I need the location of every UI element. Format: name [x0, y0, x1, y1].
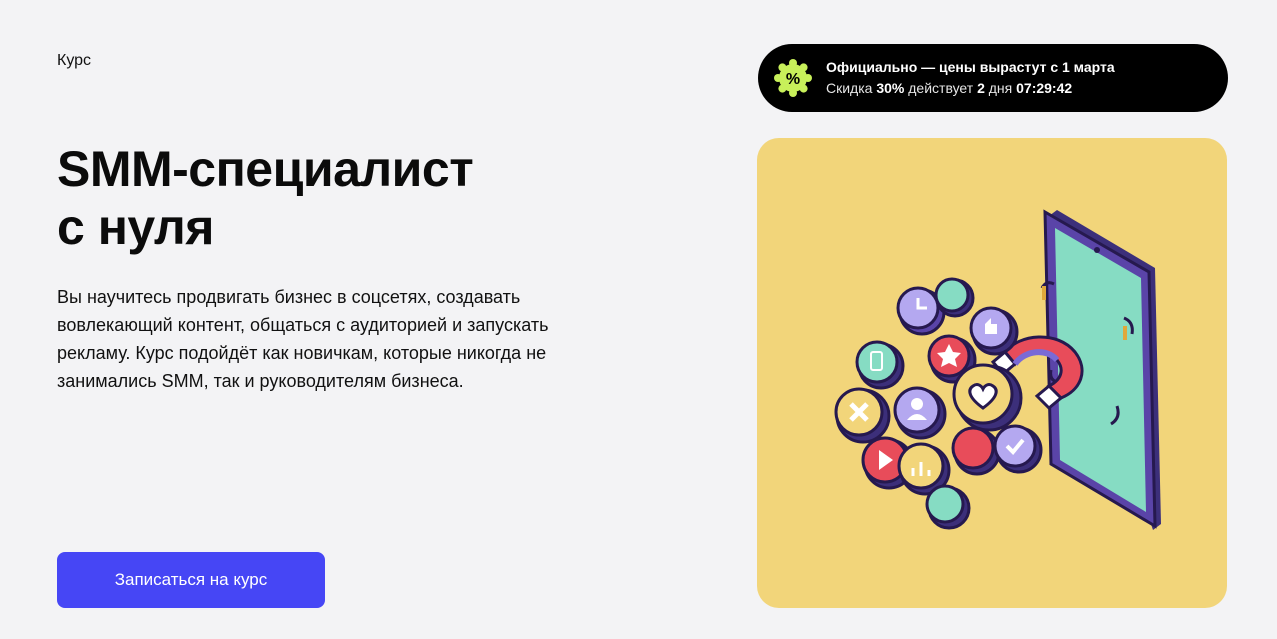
promo-text: Официально — цены вырастут с 1 марта Ски…: [826, 57, 1115, 99]
discount-value: 30%: [876, 80, 905, 96]
sad-face-bubble-icon: [951, 426, 1001, 476]
promo-banner[interactable]: % Официально — цены вырастут с 1 марта С…: [758, 44, 1228, 112]
phone-bubble-icon: [855, 340, 905, 390]
neutral-face-bubble-icon: [925, 484, 971, 530]
title-line-1: SMM-специалист: [57, 141, 474, 197]
svg-text:%: %: [786, 71, 800, 88]
close-bubble-icon: [834, 387, 891, 444]
course-description: Вы научитесь продвигать бизнес в соцсетя…: [57, 287, 549, 391]
days-label: дня: [988, 80, 1013, 96]
discount-mid: действует: [908, 80, 974, 96]
check-bubble-icon: [993, 424, 1043, 474]
magnet-phone-illustration: [834, 209, 1161, 530]
heart-bubble-icon: [952, 363, 1023, 432]
days-value: 2: [977, 80, 985, 96]
promo-discount-line: Скидка 30% действует 2 дня 07:29:42: [826, 77, 1115, 99]
like-bubble-icon: [969, 306, 1019, 356]
percent-icon: %: [774, 59, 812, 97]
share-bubble-icon: [934, 277, 975, 318]
discount-prefix: Скидка: [826, 80, 873, 96]
promo-headline: Официально — цены вырастут с 1 марта: [826, 59, 1115, 75]
page-title: SMM-специалист с нуля: [57, 140, 697, 256]
user-bubble-icon: [893, 386, 947, 440]
hero-illustration: [757, 138, 1227, 608]
course-eyebrow: Курс: [57, 52, 92, 69]
title-line-2: с нуля: [57, 199, 215, 255]
enroll-button[interactable]: Записаться на курс: [57, 552, 325, 608]
countdown-timer: 07:29:42: [1016, 80, 1073, 96]
